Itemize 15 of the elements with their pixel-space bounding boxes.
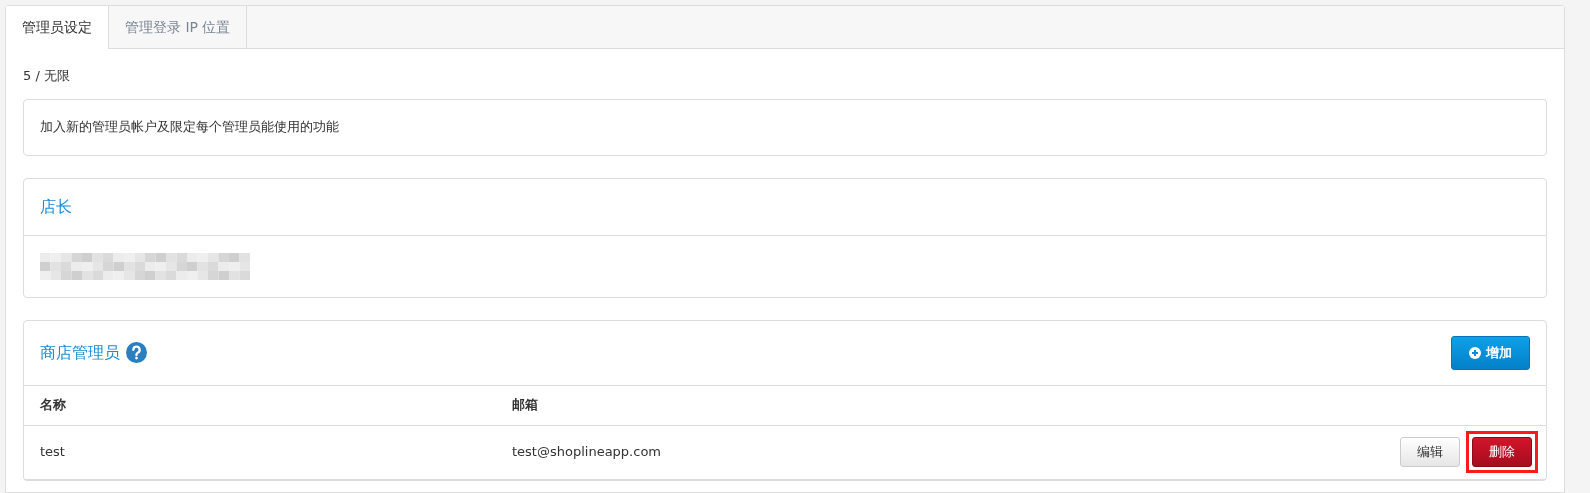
admins-title: 商店管理员 bbox=[40, 341, 120, 364]
owner-title: 店长 bbox=[40, 195, 72, 218]
column-header: 邮箱 bbox=[512, 396, 538, 415]
table-cell-text: test bbox=[40, 443, 66, 462]
tab[interactable]: 管理员设定 bbox=[6, 6, 109, 49]
tab[interactable]: 管理登录 IP 位置 bbox=[109, 6, 248, 49]
table-cell-text: test@shoplineapp.com bbox=[512, 443, 661, 462]
add-button[interactable]: 增加 bbox=[1451, 335, 1530, 370]
plus-circle-icon bbox=[1469, 346, 1481, 359]
help-icon bbox=[126, 342, 147, 363]
admin-count: 5 / 无限 bbox=[23, 67, 70, 85]
description-text: 加入新的管理员帐户及限定每个管理员能使用的功能 bbox=[40, 118, 339, 137]
column-header: 名称 bbox=[40, 396, 67, 415]
edit-button[interactable]: 编辑 bbox=[1400, 437, 1460, 467]
delete-button[interactable]: 删除 bbox=[1472, 437, 1532, 467]
